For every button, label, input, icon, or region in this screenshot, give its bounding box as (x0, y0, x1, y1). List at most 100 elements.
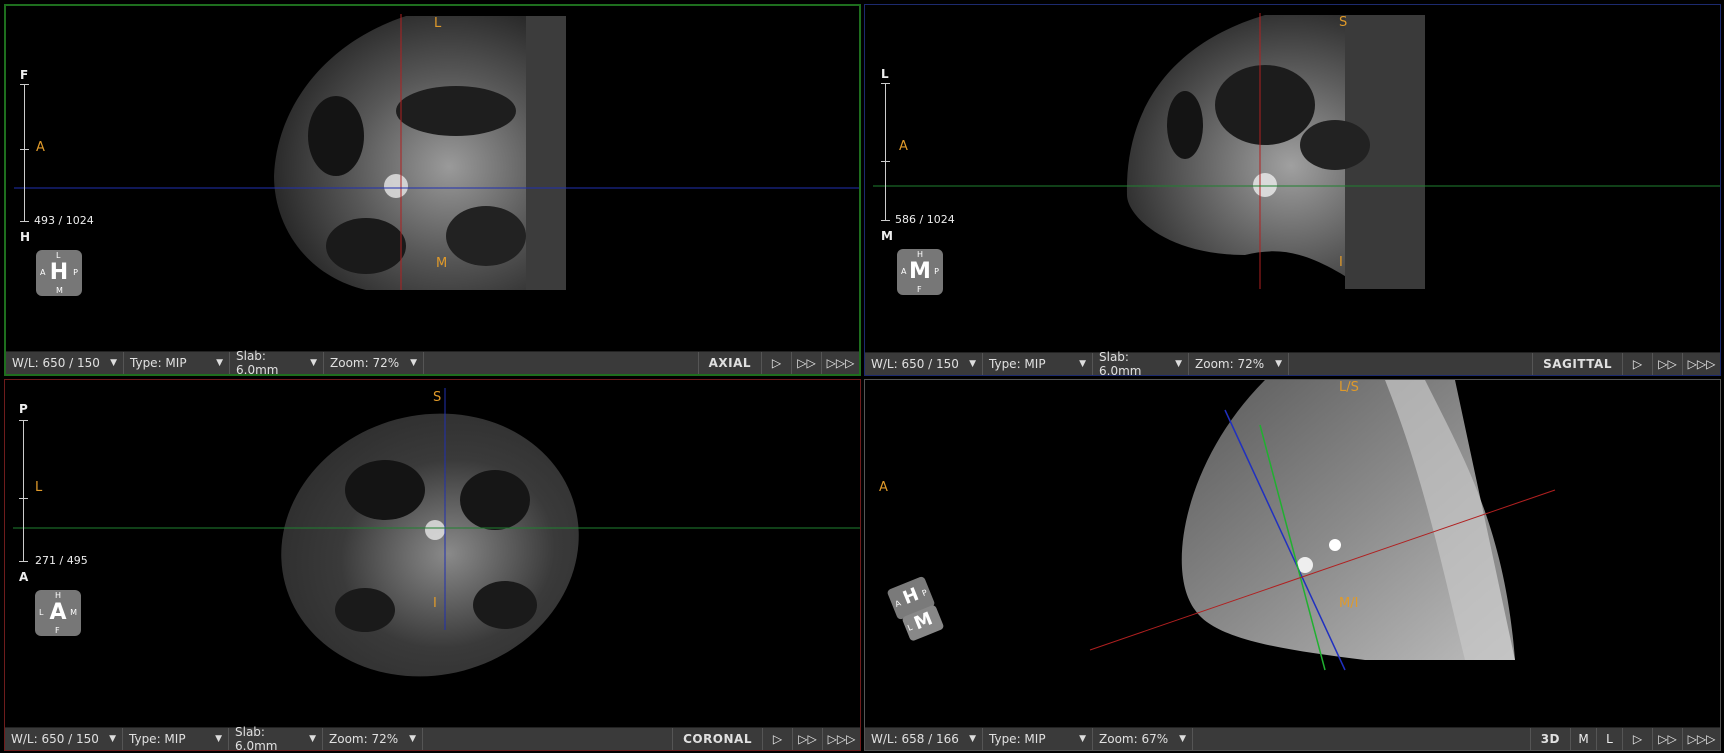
zoom-dropdown[interactable]: Zoom: 72% ▼ (323, 728, 423, 750)
window-level-dropdown[interactable]: W/L: 658 / 166 ▼ (865, 728, 983, 750)
orientation-top: S (1339, 15, 1348, 30)
cube-bottom-label: F (55, 626, 60, 635)
orientation-left: A (36, 140, 45, 155)
fast-play-button[interactable]: ▷▷ (1652, 353, 1682, 375)
slab-dropdown[interactable]: Slab: 6.0mm ▼ (230, 349, 324, 374)
cube-left-label: A (40, 268, 46, 277)
type-dropdown[interactable]: Type: MIP ▼ (123, 728, 229, 750)
chevron-down-icon: ▼ (409, 734, 416, 744)
cube-top-label: H (55, 591, 62, 600)
orientation-left: L (35, 480, 43, 495)
fast-play-button[interactable]: ▷▷ (792, 728, 822, 750)
fast-play-button[interactable]: ▷▷ (791, 352, 821, 374)
axial-viewport[interactable]: L A M F 493 / 1024 H H L A P M W/L: 650 … (4, 4, 861, 376)
chevron-down-icon: ▼ (969, 359, 976, 369)
play-button[interactable]: ▷ (762, 728, 792, 750)
window-level-value: W/L: 650 / 150 (871, 357, 959, 371)
zoom-value: Zoom: 72% (330, 356, 400, 370)
slice-scale-bar[interactable] (20, 84, 30, 222)
cube-right-label: P (934, 267, 939, 276)
slice-counter: 493 / 1024 (34, 214, 94, 227)
cube-top-label: H (917, 250, 924, 259)
type-value: Type: MIP (989, 357, 1046, 371)
coronal-viewport[interactable]: S L I P 271 / 495 A A H L M F W/L: 650 /… (4, 379, 861, 751)
zoom-dropdown[interactable]: Zoom: 72% ▼ (1189, 353, 1289, 375)
view-label: AXIAL (708, 356, 751, 370)
play-button[interactable]: ▷ (1622, 353, 1652, 375)
type-value: Type: MIP (129, 732, 186, 746)
window-level-dropdown[interactable]: W/L: 650 / 150 ▼ (6, 352, 124, 374)
3d-image (1089, 380, 1556, 671)
scale-bottom-label: H (20, 230, 31, 244)
scale-top-label: P (19, 402, 28, 416)
orientation-left: A (899, 139, 908, 154)
l-button-label: L (1606, 732, 1613, 746)
chevron-down-icon: ▼ (969, 734, 976, 744)
orientation-bottom: I (1339, 255, 1343, 270)
fast-play-button[interactable]: ▷▷ (1652, 728, 1682, 750)
faster-forward-icon: ▷▷▷ (1687, 732, 1716, 746)
slice-scale-bar[interactable] (19, 420, 29, 562)
l-button[interactable]: L (1596, 728, 1622, 750)
orientation-top: L (434, 16, 442, 31)
zoom-value: Zoom: 72% (329, 732, 399, 746)
cube-right-label: P (73, 268, 78, 277)
3d-toolbar: W/L: 658 / 166 ▼ Type: MIP ▼ Zoom: 67% ▼ 3D… (865, 727, 1720, 750)
zoom-dropdown[interactable]: Zoom: 67% ▼ (1093, 728, 1193, 750)
3d-viewport[interactable]: L/S A M/I H A P M L W/L: 658 / 166 ▼ Type… (864, 379, 1721, 751)
type-value: Type: MIP (130, 356, 187, 370)
sagittal-image (873, 13, 1720, 289)
window-level-dropdown[interactable]: W/L: 650 / 150 ▼ (865, 353, 983, 375)
faster-forward-icon: ▷▷▷ (1687, 357, 1716, 371)
chevron-down-icon: ▼ (1275, 359, 1282, 369)
window-level-value: W/L: 658 / 166 (871, 732, 959, 746)
faster-play-button[interactable]: ▷▷▷ (1682, 353, 1720, 375)
view-label: CORONAL (683, 732, 752, 746)
fast-forward-icon: ▷▷ (797, 356, 816, 370)
cube-p-label: P (920, 587, 929, 599)
cube-bottom-label: F (917, 285, 922, 294)
cube-top-face-label: H (900, 583, 922, 609)
type-dropdown[interactable]: Type: MIP ▼ (124, 352, 230, 374)
fast-forward-icon: ▷▷ (1658, 357, 1677, 371)
cube-left-label: L (39, 608, 44, 617)
toolbar-spacer (1193, 728, 1531, 750)
slice-scale-bar[interactable] (881, 83, 891, 221)
faster-forward-icon: ▷▷▷ (826, 356, 855, 370)
window-level-value: W/L: 650 / 150 (12, 356, 100, 370)
faster-play-button[interactable]: ▷▷▷ (822, 728, 860, 750)
chevron-down-icon: ▼ (216, 358, 223, 368)
toolbar-spacer (423, 728, 674, 750)
type-dropdown[interactable]: Type: MIP ▼ (983, 353, 1093, 375)
faster-play-button[interactable]: ▷▷▷ (1682, 728, 1720, 750)
play-button[interactable]: ▷ (761, 352, 791, 374)
cube-right-label: M (70, 608, 77, 617)
window-level-dropdown[interactable]: W/L: 650 / 150 ▼ (5, 728, 123, 750)
slab-dropdown[interactable]: Slab: 6.0mm ▼ (229, 725, 323, 750)
m-button[interactable]: M (1570, 728, 1596, 750)
play-icon: ▷ (1632, 732, 1643, 746)
type-dropdown[interactable]: Type: MIP ▼ (983, 728, 1093, 750)
slab-dropdown[interactable]: Slab: 6.0mm ▼ (1093, 350, 1189, 375)
orientation-cube[interactable]: H L A P M (36, 250, 82, 296)
chevron-down-icon: ▼ (1175, 359, 1182, 369)
orientation-cube[interactable]: A H L M F (35, 590, 81, 636)
orientation-bottom: I (433, 596, 437, 611)
chevron-down-icon: ▼ (310, 358, 317, 368)
zoom-value: Zoom: 67% (1099, 732, 1169, 746)
window-level-value: W/L: 650 / 150 (11, 732, 99, 746)
sagittal-viewport[interactable]: S A I L 586 / 1024 M M H A P F W/L: 650 … (864, 4, 1721, 376)
scale-top-label: L (881, 67, 889, 81)
3d-orientation-cube[interactable]: H A P M L (886, 575, 949, 642)
orientation-top: S (433, 390, 442, 405)
orientation-left: A (879, 480, 888, 495)
zoom-dropdown[interactable]: Zoom: 72% ▼ (324, 352, 424, 374)
cube-a-label: A (893, 598, 903, 610)
faster-play-button[interactable]: ▷▷▷ (821, 352, 859, 374)
cube-bottom-label: M (56, 286, 63, 295)
orientation-cube[interactable]: M H A P F (897, 249, 943, 295)
scale-bottom-label: M (881, 229, 893, 243)
orientation-bottom: M (436, 256, 448, 271)
axial-image (14, 14, 859, 290)
play-button[interactable]: ▷ (1622, 728, 1652, 750)
